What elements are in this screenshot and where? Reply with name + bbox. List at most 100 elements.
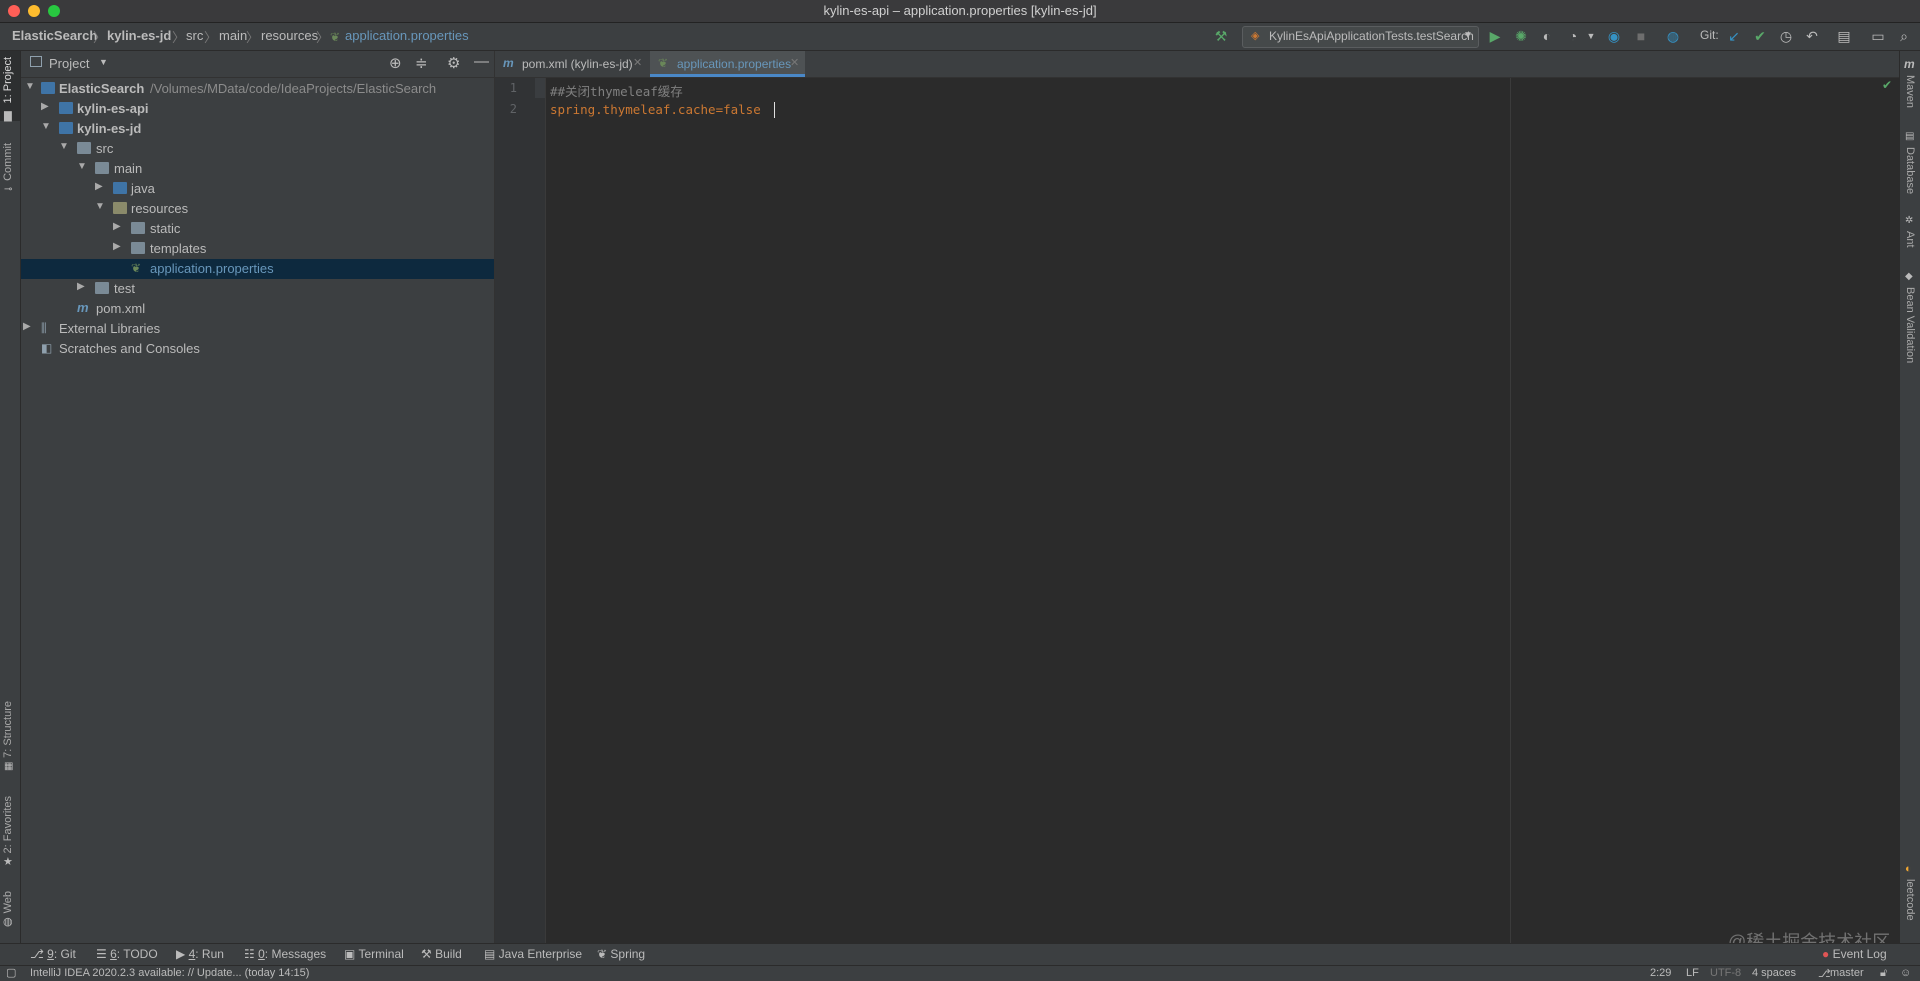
run-configuration-selector[interactable]: ◈ KylinEsApiApplicationTests.testSearch … [1242,26,1479,48]
tool-run[interactable]: ▶ 4: Run [176,947,224,961]
tool-messages[interactable]: ☷ 0: Messages [244,947,326,961]
tool-window-favorites[interactable]: 2: Favorites [2,796,14,853]
tool-spring[interactable]: ❦ Spring [597,947,645,961]
tree-item-src[interactable]: ▼ src [21,139,494,159]
chevron-down-icon[interactable]: ▼ [99,57,108,67]
tool-event-log[interactable]: ● Event Log [1822,947,1887,961]
git-rollback-icon[interactable]: ↶ [1803,27,1821,45]
expanded-arrow-icon[interactable]: ▼ [77,161,87,172]
expanded-arrow-icon[interactable]: ▼ [41,121,51,132]
search-everywhere-icon[interactable]: ⌕ [1895,27,1913,45]
chevron-down-icon[interactable]: ▼ [1582,27,1600,45]
tool-java-enterprise[interactable]: ▤ Java Enterprise [484,947,582,961]
stop-icon[interactable]: ■ [1632,27,1650,45]
tool-todo[interactable]: ☰ 6: TODO [96,947,158,961]
code-line-property[interactable]: spring.thymeleaf.cache=false [550,102,761,117]
git-branch[interactable]: master [1830,967,1864,979]
caret-position[interactable]: 2:29 [1650,967,1671,979]
lock-icon[interactable]: 🔓︎ [1880,967,1887,980]
build-hammer-icon[interactable]: ⚒ [1212,27,1230,45]
tool-window-leetcode[interactable]: leetcode [1904,879,1916,921]
git-commit-icon[interactable]: ✔ [1751,27,1769,45]
tool-window-database[interactable]: Database [1904,147,1916,194]
git-update-icon[interactable]: ↙ [1725,27,1743,45]
breadcrumb-file[interactable]: application.properties [345,28,469,43]
tab-pom-xml[interactable]: m pom.xml (kylin-es-jd) ✕ [495,51,647,77]
tool-window-project[interactable]: 1: Project [2,57,14,103]
title-bar: kylin-es-api – application.properties [k… [0,0,1920,23]
tool-build[interactable]: ⚒ Build [421,947,462,961]
presentation-mode-icon[interactable]: ▭ [1869,27,1887,45]
collapsed-arrow-icon[interactable]: ▶ [41,101,49,112]
locate-file-icon[interactable]: ⊕ [389,54,402,72]
breadcrumb-src[interactable]: src [186,28,203,43]
tool-window-ant[interactable]: Ant [1904,231,1916,248]
tree-item-kylin-es-api[interactable]: ▶ kylin-es-api [21,99,494,119]
breadcrumb-separator: 〉 [93,30,107,45]
tool-git[interactable]: ⎇ 9: Git [30,947,76,961]
gear-icon[interactable]: ⚙ [447,54,460,72]
close-icon[interactable]: ✕ [790,56,799,69]
expanded-arrow-icon[interactable]: ▼ [25,81,35,92]
tree-item-resources[interactable]: ▼ resources [21,199,494,219]
indent-setting[interactable]: 4 spaces [1752,967,1796,979]
tool-window-commit[interactable]: Commit [2,143,14,181]
jrebel-icon[interactable]: ◍ [1664,27,1682,45]
code-line-comment[interactable]: ##关闭thymeleaf缓存 [550,81,683,100]
collapsed-arrow-icon[interactable]: ▶ [95,181,103,192]
tool-terminal[interactable]: ▣ Terminal [344,947,404,961]
tree-item-java[interactable]: ▶ java [21,179,494,199]
expanded-arrow-icon[interactable]: ▼ [95,201,105,212]
tree-item-test[interactable]: ▶ test [21,279,494,299]
error-icon: ● [1822,947,1830,961]
breadcrumb-main[interactable]: main [219,28,247,43]
line-number: 2 [509,102,517,116]
tree-item-pom-xml[interactable]: m pom.xml [21,299,494,319]
toggle-tool-windows-icon[interactable]: ▢ [6,966,16,979]
tree-item-external-libraries[interactable]: ▶ ⫼ External Libraries [21,319,494,339]
inspector-icon[interactable]: ☺ [1900,967,1911,979]
tree-item-elasticsearch[interactable]: ▼ ElasticSearch /Volumes/MData/code/Idea… [21,79,494,99]
run-icon[interactable]: ▶ [1486,27,1504,45]
tool-window-structure[interactable]: 7: Structure [2,701,14,758]
tree-item-templates[interactable]: ▶ templates [21,239,494,259]
tab-application-properties[interactable]: ❦ application.properties ✕ [650,51,805,77]
attach-icon[interactable]: ◉ [1605,27,1623,45]
code-editor[interactable]: ##关闭thymeleaf缓存 spring.thymeleaf.cache=f… [546,78,1899,943]
tool-window-web[interactable]: Web [2,891,14,913]
project-structure-icon[interactable]: ▤ [1835,27,1853,45]
line-separator[interactable]: LF [1686,967,1699,979]
bean-validation-icon: ◆ [1905,271,1913,282]
tool-window-maven[interactable]: Maven [1904,75,1916,108]
hide-panel-icon[interactable]: — [474,53,489,70]
collapse-all-icon[interactable]: ≑ [415,54,428,72]
collapsed-arrow-icon[interactable]: ▶ [23,321,31,332]
breadcrumb-resources[interactable]: resources [261,28,318,43]
file-encoding[interactable]: UTF-8 [1710,967,1741,979]
tree-item-kylin-es-jd[interactable]: ▼ kylin-es-jd [21,119,494,139]
profile-icon[interactable]: ◔ [1564,27,1582,45]
project-view-selector[interactable]: Project [49,56,89,71]
left-tool-strip: 1: Project ▇ Commit ⊸ 7: Structure ▦ 2: … [0,51,21,943]
status-message[interactable]: IntelliJ IDEA 2020.2.3 available: // Upd… [30,967,309,979]
tool-window-bean-validation[interactable]: Bean Validation [1904,287,1916,363]
collapsed-arrow-icon[interactable]: ▶ [113,241,121,252]
collapsed-arrow-icon[interactable]: ▶ [113,221,121,232]
properties-file-icon: ❦ [329,30,341,44]
tab-label: pom.xml (kylin-es-jd) [522,57,633,71]
git-history-icon[interactable]: ◷ [1777,27,1795,45]
maven-file-icon: m [503,56,514,70]
tree-item-main[interactable]: ▼ main [21,159,494,179]
breadcrumb-module[interactable]: kylin-es-jd [107,28,171,43]
collapsed-arrow-icon[interactable]: ▶ [77,281,85,292]
run-with-coverage-icon[interactable]: ◐ [1538,27,1556,45]
breadcrumb-project[interactable]: ElasticSearch [12,28,97,43]
close-icon[interactable]: ✕ [633,56,642,69]
tree-item-static[interactable]: ▶ static [21,219,494,239]
debug-icon[interactable]: ✺ [1512,27,1530,45]
expanded-arrow-icon[interactable]: ▼ [59,141,69,152]
tree-item-label: pom.xml [96,301,146,316]
tree-item-application-properties[interactable]: ❦ application.properties [21,259,494,279]
star-icon: ★ [3,856,13,868]
tree-item-scratches[interactable]: ◧ Scratches and Consoles [21,339,494,359]
